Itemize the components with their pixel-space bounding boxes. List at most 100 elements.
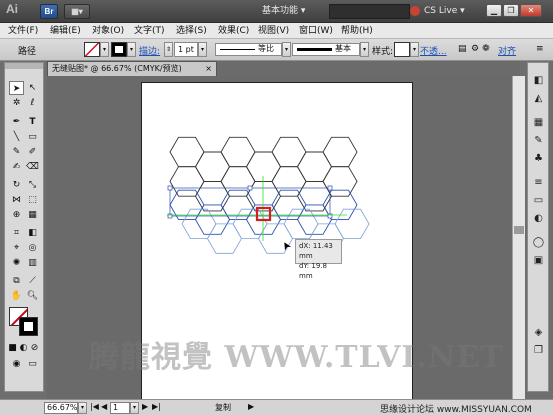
hexagon[interactable]	[169, 166, 205, 197]
none-mode-icon[interactable]: ⊘	[29, 341, 40, 355]
stroke-weight-dropdown[interactable]: ▾	[198, 42, 207, 57]
hexagon[interactable]	[271, 166, 307, 197]
last-page-icon[interactable]: ▶|	[152, 402, 161, 411]
swatches-icon[interactable]: ▦	[531, 115, 546, 130]
search-input[interactable]	[329, 4, 410, 19]
free-transform-icon[interactable]: ⬚	[25, 193, 40, 207]
artboard-tool-icon[interactable]: ⧉	[9, 274, 24, 288]
document-setup-icon[interactable]: ▤	[458, 44, 467, 54]
transparency-panel-icon[interactable]: ◐	[531, 211, 546, 226]
color-panel-icon[interactable]: ◧	[531, 73, 546, 88]
hexagon[interactable]	[296, 180, 333, 212]
symbols-icon[interactable]: ♣	[531, 151, 546, 166]
minimize-button[interactable]: ▁	[486, 4, 502, 17]
prev-page-icon[interactable]: ◀	[101, 402, 107, 411]
vertical-scrollbar[interactable]	[512, 76, 525, 399]
lasso-icon[interactable]: ℓ	[25, 96, 40, 110]
zoom-tool-icon[interactable]: 🔍︎	[25, 289, 40, 303]
selection-tool-icon[interactable]: ➤	[9, 81, 24, 95]
variable-width-profile[interactable]: 等比	[215, 43, 282, 56]
shape-builder-icon[interactable]: ⊕	[9, 208, 24, 222]
column-graph-icon[interactable]: ▥	[25, 256, 40, 270]
fill-stroke-control[interactable]	[9, 307, 39, 337]
hand-tool-icon[interactable]: ✋	[9, 289, 24, 303]
stroke-panel-icon[interactable]: ≡	[531, 175, 546, 190]
stroke-dropdown-arrow[interactable]: ▾	[127, 42, 136, 57]
menu-edit[interactable]: 编辑(E)	[50, 24, 81, 38]
graphic-styles-icon[interactable]: ▣	[531, 253, 546, 268]
rectangle-tool-icon[interactable]: ▭	[25, 130, 40, 144]
hexagon[interactable]	[220, 166, 256, 197]
stroke-swatch[interactable]	[111, 42, 127, 57]
type-tool-icon[interactable]: T	[25, 115, 40, 129]
menu-file[interactable]: 文件(F)	[8, 24, 38, 38]
hexagon[interactable]	[194, 180, 231, 212]
first-page-icon[interactable]: |◀	[90, 402, 99, 411]
color-mode-icon[interactable]: ■	[7, 341, 18, 355]
scale-tool-icon[interactable]: ⤡	[25, 178, 40, 192]
menu-type[interactable]: 文字(T)	[134, 24, 165, 38]
hexagon[interactable]	[322, 136, 358, 168]
draw-mode-icon[interactable]: ◉	[9, 357, 24, 371]
close-icon[interactable]: ×	[205, 62, 212, 76]
hexagon[interactable]	[296, 151, 333, 182]
width-tool-icon[interactable]: ⋈	[9, 193, 24, 207]
bounding-box-handle[interactable]	[327, 185, 333, 191]
gradient-mode-icon[interactable]: ◐	[18, 341, 29, 355]
hexagon[interactable]	[322, 166, 358, 197]
gradient-tool-icon[interactable]: ◧	[25, 226, 40, 240]
preferences-icon[interactable]: ⚙	[471, 44, 479, 54]
line-tool-icon[interactable]: ╲	[9, 130, 24, 144]
gradient-panel-icon[interactable]: ▭	[531, 193, 546, 208]
symbol-sprayer-icon[interactable]: ✺	[9, 256, 24, 270]
profile-dropdown[interactable]: ▾	[282, 42, 291, 57]
bounding-box-handle[interactable]	[247, 185, 253, 191]
zoom-field[interactable]: 66.67%	[44, 402, 78, 414]
menu-help[interactable]: 帮助(H)	[341, 24, 373, 38]
status-menu-icon[interactable]: ▶	[248, 402, 254, 411]
recolor-icon[interactable]: ❁	[482, 44, 490, 54]
brushes-icon[interactable]: ✎	[531, 133, 546, 148]
fill-swatch[interactable]	[84, 42, 100, 57]
hexagon[interactable]	[194, 151, 231, 182]
panel-grip[interactable]	[5, 63, 43, 69]
menu-window[interactable]: 窗口(W)	[299, 24, 333, 38]
brush-definition[interactable]: 基本	[292, 43, 360, 56]
page-field[interactable]: 1	[110, 402, 130, 414]
document-tab[interactable]: 无缝贴图* @ 66.67% (CMYK/预览) ×	[47, 61, 217, 76]
stroke-weight-stepper[interactable]: ⇕	[164, 42, 173, 57]
restore-button[interactable]: ❐	[503, 4, 519, 17]
menu-effect[interactable]: 效果(C)	[218, 24, 249, 38]
paintbrush-icon[interactable]: ✎	[9, 145, 24, 159]
slice-tool-icon[interactable]: ⟋	[25, 274, 40, 288]
mesh-tool-icon[interactable]: ⌗	[9, 226, 24, 240]
bounding-box-handle[interactable]	[167, 185, 173, 191]
pen-tool-icon[interactable]: ✒	[9, 115, 24, 129]
stroke-icon[interactable]	[19, 317, 38, 336]
appearance-panel-icon[interactable]: ◯	[531, 235, 546, 250]
blob-brush-icon[interactable]: ✍	[9, 160, 24, 174]
eraser-icon[interactable]: ⌫	[25, 160, 40, 174]
stroke-link[interactable]: 描边:	[139, 44, 160, 57]
menu-object[interactable]: 对象(O)	[92, 24, 124, 38]
fill-dropdown-arrow[interactable]: ▾	[100, 42, 109, 57]
hexagon[interactable]	[169, 136, 205, 168]
arrange-documents-button[interactable]: ▦▾	[64, 4, 90, 19]
graphic-style-dropdown[interactable]: ▾	[410, 42, 419, 57]
artboards-panel-icon[interactable]: ❐	[531, 343, 546, 358]
menu-view[interactable]: 视图(V)	[258, 24, 289, 38]
color-guide-icon[interactable]: ◭	[531, 91, 546, 106]
layers-panel-icon[interactable]: ◈	[531, 325, 546, 340]
graphic-style-swatch[interactable]	[394, 42, 410, 57]
screen-mode-icon[interactable]: ▭	[25, 357, 40, 371]
magic-wand-icon[interactable]: ✲	[9, 96, 24, 110]
hexagon[interactable]	[220, 136, 256, 168]
hexagon[interactable]	[271, 136, 307, 168]
zoom-dropdown[interactable]: ▾	[78, 402, 87, 414]
cslive-button[interactable]: CS Live ▾	[424, 4, 476, 19]
menu-select[interactable]: 选择(S)	[176, 24, 207, 38]
panel-menu-icon[interactable]: ≡	[536, 44, 544, 54]
align-link[interactable]: 对齐	[498, 44, 516, 57]
canvas[interactable]: ➤ dX: 11.43 mm dY: 19.8 mm 腾龍視覺 WWW.TLVI…	[47, 76, 512, 399]
opacity-link[interactable]: 不透...	[420, 44, 447, 57]
